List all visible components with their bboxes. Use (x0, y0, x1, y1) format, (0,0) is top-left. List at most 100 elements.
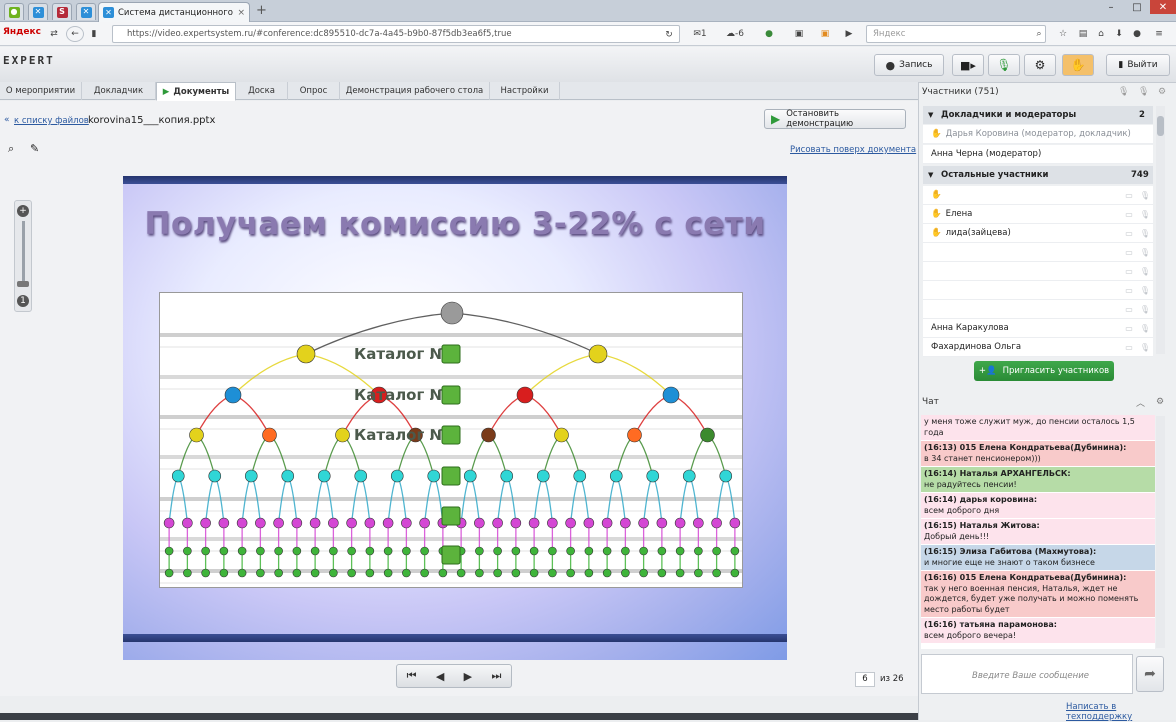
tab-settings[interactable]: Настройки (490, 82, 560, 100)
participant-row[interactable]: ▭ 🎙 (923, 281, 1153, 300)
download-icon[interactable]: ⬇ (1112, 26, 1126, 42)
page-number-input[interactable]: 6 (855, 672, 875, 687)
camera-button[interactable]: ■▸ (952, 54, 984, 76)
tree-node (255, 517, 266, 529)
invite-label: Пригласить участников (1002, 366, 1110, 376)
tab-speaker[interactable]: Докладчик (82, 82, 156, 100)
pen-tool-icon[interactable]: ✎ (30, 142, 39, 155)
camera-icon: ▭ (1125, 342, 1133, 352)
tree-node (529, 546, 539, 556)
back-to-files-link[interactable]: к списку файлов (14, 116, 89, 126)
send-button[interactable]: ➦ (1136, 656, 1164, 692)
status-icon[interactable]: ● (1130, 26, 1144, 42)
raise-hand-button[interactable]: ✋ (1062, 54, 1094, 76)
microphone-icon: 🎙 (1139, 342, 1151, 352)
nav-tabs: О мероприятии Докладчик ▶ Документы Доска… (0, 82, 918, 101)
prev-page-icon[interactable]: ◀ (436, 670, 444, 683)
play-icon[interactable]: ▶ (842, 26, 856, 42)
weather-icon[interactable]: ☁ -6 (722, 26, 748, 42)
search-icon[interactable]: ⌕ (1032, 26, 1046, 42)
record-button[interactable]: ● Запись (874, 54, 944, 76)
group-speakers[interactable]: ▼ Докладчики и модераторы 2 (923, 106, 1153, 124)
pinned-tab[interactable]: ✕ (28, 3, 48, 20)
collapse-chevron-icon[interactable]: ︿ (1136, 396, 1145, 409)
tree-node (183, 568, 192, 578)
mail-icon[interactable]: ✉ 1 (688, 26, 712, 42)
participant-row[interactable]: ✋ Елена ▭ 🎙 (923, 205, 1153, 224)
tree-node (639, 546, 648, 556)
yandex-brand[interactable]: Яндекс (3, 27, 41, 37)
support-link[interactable]: Написать в техподдержку (1066, 702, 1176, 722)
extension-icon[interactable]: ▣ (818, 26, 832, 42)
chat-input[interactable]: Введите Ваше сообщение (921, 654, 1133, 694)
tab-about[interactable]: О мероприятии (0, 82, 82, 100)
star-icon[interactable]: ☆ (1056, 26, 1070, 42)
chat-message-author: (16:13) 015 Елена Кондратьева(Дубинина): (924, 443, 1127, 452)
zoom-slider[interactable]: + 1 (14, 200, 32, 312)
mute-icon[interactable]: 🎙 (1138, 87, 1149, 97)
participant-row[interactable]: Анна Черна (модератор) (923, 145, 1153, 164)
extension-icon[interactable]: ● (762, 26, 776, 42)
minimize-button[interactable]: – (1098, 0, 1124, 14)
tab-documents[interactable]: ▶ Документы (156, 82, 236, 101)
tab-poll[interactable]: Опрос (288, 82, 340, 100)
hand-icon: ✋ (931, 129, 942, 139)
catalog-green-box (441, 385, 461, 405)
hand-icon: ✋ (931, 209, 942, 219)
participant-row[interactable]: ▭ 🎙 (923, 243, 1153, 262)
home-icon[interactable]: ⌂ (1094, 26, 1108, 42)
draw-over-document-link[interactable]: Рисовать поверх документа (790, 145, 916, 155)
tab-board[interactable]: Доска (236, 82, 288, 100)
gear-icon[interactable]: ⚙ (1156, 397, 1164, 407)
participant-row[interactable]: ✋ ▭ 🎙 (923, 186, 1153, 205)
zoom-in-icon[interactable]: + (17, 205, 29, 217)
close-tab-icon[interactable]: × (237, 8, 245, 18)
url-input[interactable]: https://video.expertsystem.ru/#conferenc… (112, 25, 680, 43)
bookmark-icon[interactable]: ▤ (1076, 26, 1090, 42)
tree-band (160, 375, 742, 379)
participant-row[interactable]: ✋ лида(зайцева) ▭ 🎙 (923, 224, 1153, 243)
group-others[interactable]: ▼ Остальные участники 749 (923, 166, 1153, 184)
tree-node (529, 568, 539, 578)
close-window-button[interactable]: ✕ (1150, 0, 1176, 14)
menu-icon[interactable]: ≡ (1152, 26, 1166, 42)
tree-node (474, 517, 485, 529)
reload-icon[interactable]: ↻ (662, 27, 676, 43)
first-page-icon[interactable]: ⏮ (407, 669, 417, 683)
back-arrow-icon[interactable]: ← (66, 26, 84, 42)
new-tab-button[interactable]: + (256, 3, 267, 18)
microphone-icon[interactable]: 🎙 (1118, 87, 1129, 97)
camera-icon: ▭ (1125, 304, 1133, 314)
tree-node (719, 469, 733, 483)
zoom-tool-icon[interactable]: ⌕ (8, 142, 14, 156)
tab-screen-share[interactable]: Демонстрация рабочего стола (340, 82, 490, 100)
next-page-icon[interactable]: ▶ (464, 670, 472, 683)
pinned-tab[interactable]: ● (4, 3, 24, 20)
active-tab[interactable]: ✕ Система дистанционного обу... × (98, 2, 250, 22)
zoom-handle[interactable] (17, 281, 29, 287)
participant-row[interactable]: ▭ 🎙 (923, 262, 1153, 281)
invite-participants-button[interactable]: +👤 Пригласить участников (974, 361, 1114, 381)
scroll-thumb[interactable] (1157, 116, 1164, 136)
microphone-button[interactable]: 🎙 (988, 54, 1020, 76)
search-input[interactable]: Яндекс (866, 25, 1046, 43)
participant-row[interactable]: ▭ 🎙 (923, 300, 1153, 319)
pinned-tab[interactable]: ✕ (76, 3, 96, 20)
settings-button[interactable]: ⚙ (1024, 54, 1056, 76)
chat-scrollbar[interactable] (1156, 416, 1165, 648)
exit-button[interactable]: ▮ Выйти (1106, 54, 1170, 76)
zoom-out-icon[interactable]: 1 (17, 295, 29, 307)
extension-icon[interactable]: ▣ (792, 26, 806, 42)
gear-icon[interactable]: ⚙ (1158, 87, 1166, 97)
maximize-button[interactable]: □ (1124, 0, 1150, 14)
sync-icon[interactable]: ⇄ (46, 26, 62, 42)
tree-node (291, 517, 303, 529)
participant-row[interactable]: ✋ Дарья Коровина (модератор, докладчик) (923, 125, 1153, 144)
last-page-icon[interactable]: ⏭ (491, 669, 501, 683)
participant-row[interactable]: Анна Каракулова ▭ 🎙 (923, 319, 1153, 338)
hand-icon: ✋ (931, 228, 942, 238)
participant-row[interactable]: Фахардинова Ольга ▭ 🎙 (923, 338, 1153, 357)
stop-demo-button[interactable]: ▶ Остановить демонстрацию (764, 109, 906, 129)
pinned-tab[interactable]: S (52, 3, 72, 20)
participants-scrollbar[interactable] (1156, 106, 1165, 354)
